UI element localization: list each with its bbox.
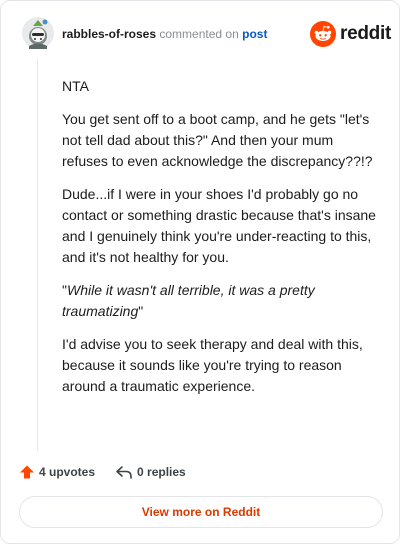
quote-mark: "	[138, 303, 144, 319]
reddit-logo[interactable]: reddit	[310, 21, 391, 47]
reddit-snoo-icon	[310, 21, 336, 47]
commented-on-text: commented on	[159, 27, 239, 41]
comment-paragraph: You get sent off to a boot camp, and he …	[62, 111, 373, 169]
comment-body: NTA You get sent off to a boot camp, and…	[62, 76, 382, 409]
username-link[interactable]: rabbles-of-roses	[62, 27, 156, 41]
comment-paragraph: I'd advise you to seek therapy and deal …	[62, 336, 363, 394]
comment-actions: 4 upvotes 0 replies	[19, 461, 186, 483]
reddit-wordmark: reddit	[340, 23, 391, 44]
upvotes-count: 4 upvotes	[39, 465, 96, 479]
reply-arrow-icon	[115, 464, 133, 480]
avatar[interactable]	[21, 16, 55, 50]
upvote-arrow-icon	[19, 464, 35, 480]
upvotes[interactable]: 4 upvotes	[19, 464, 95, 480]
comment-header: rabbles-of-roses commented on post	[62, 26, 267, 42]
thread-line	[37, 59, 38, 451]
post-link[interactable]: post	[242, 27, 267, 41]
view-more-on-reddit-button[interactable]: View more on Reddit	[19, 496, 383, 528]
comment-embed-card: rabbles-of-roses commented on post reddi…	[0, 0, 400, 544]
quoted-text: While it wasn't all terrible, it was a p…	[62, 282, 315, 319]
comment-quote-paragraph: "While it wasn't all terrible, it was a …	[62, 280, 382, 322]
replies-count: 0 replies	[137, 465, 186, 479]
comment-paragraph: Dude...if I were in your shoes I'd proba…	[62, 186, 376, 265]
avatar-icon	[22, 17, 54, 49]
replies[interactable]: 0 replies	[115, 464, 186, 480]
comment-paragraph: NTA	[62, 78, 89, 94]
